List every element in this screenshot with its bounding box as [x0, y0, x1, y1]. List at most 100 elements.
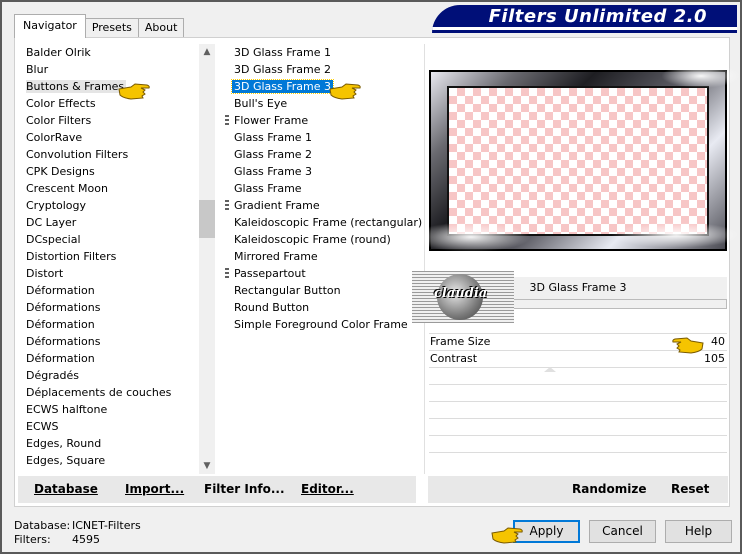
randomize-button[interactable]: Randomize	[572, 476, 646, 503]
slider-tick-icon	[544, 367, 556, 372]
category-label: Déformations	[26, 335, 101, 348]
import-button[interactable]: Import...	[125, 476, 184, 503]
category-item[interactable]: Déformation	[26, 282, 198, 299]
reset-button[interactable]: Reset	[671, 476, 709, 503]
category-item[interactable]: DC Layer	[26, 214, 198, 231]
category-item[interactable]: Déformations	[26, 333, 198, 350]
filter-item[interactable]: Glass Frame 2	[225, 146, 420, 163]
category-item[interactable]: Convolution Filters	[26, 146, 198, 163]
filter-label: Glass Frame 3	[234, 165, 313, 178]
category-item[interactable]: Cryptology	[26, 197, 198, 214]
database-value: ICNET-Filters	[72, 519, 141, 532]
category-item[interactable]: Distort	[26, 265, 198, 282]
cancel-button[interactable]: Cancel	[589, 520, 656, 543]
category-item[interactable]: Dégradés	[26, 367, 198, 384]
category-item[interactable]: Déformations	[26, 299, 198, 316]
editor-button[interactable]: Editor...	[301, 476, 354, 503]
category-item[interactable]: ECWS	[26, 418, 198, 435]
filter-item[interactable]: 3D Glass Frame 2	[225, 61, 420, 78]
filter-item[interactable]: Mirrored Frame	[225, 248, 420, 265]
filter-label: Rectangular Button	[234, 284, 341, 297]
filter-label: Kaleidoscopic Frame (rectangular)	[234, 216, 423, 229]
filter-item[interactable]: Round Button	[225, 299, 420, 316]
status-area: Database: ICNET-Filters Filters: 4595	[14, 519, 141, 547]
filter-label: Mirrored Frame	[234, 250, 318, 263]
filter-label: Bull's Eye	[234, 97, 288, 110]
filter-item[interactable]: Bull's Eye	[225, 95, 420, 112]
filter-info-button[interactable]: Filter Info...	[204, 476, 285, 503]
filter-label: 3D Glass Frame 3	[230, 79, 335, 94]
category-item[interactable]: Color Filters	[26, 112, 198, 129]
filter-item[interactable]: Kaleidoscopic Frame (rectangular)	[225, 214, 423, 231]
tab-navigator[interactable]: Navigator	[14, 14, 86, 38]
category-label: Edges, Square	[26, 454, 106, 467]
filter-item[interactable]: Flower Frame	[225, 112, 420, 129]
tab-presets[interactable]: Presets	[84, 18, 139, 38]
category-item[interactable]: Edges, Round	[26, 435, 198, 452]
category-label: Color Filters	[26, 114, 92, 127]
watermark-text: claudia	[434, 286, 488, 301]
scroll-down-icon[interactable]: ▼	[199, 458, 215, 474]
category-label: Déplacements de couches	[26, 386, 172, 399]
category-item[interactable]: ECWS halftone	[26, 401, 198, 418]
filter-item[interactable]: 3D Glass Frame 3	[225, 78, 420, 95]
category-label: Buttons & Frames	[26, 80, 127, 93]
app-title: Filters Unlimited 2.0	[488, 6, 707, 27]
help-button[interactable]: Help	[665, 520, 732, 543]
filter-label: Glass Frame 2	[234, 148, 313, 161]
filter-item[interactable]: Gradient Frame	[225, 197, 420, 214]
category-item[interactable]: ColorRave	[26, 129, 198, 146]
filter-item[interactable]: Glass Frame 3	[225, 163, 420, 180]
category-item[interactable]: CPK Designs	[26, 163, 198, 180]
scroll-up-icon[interactable]: ▲	[199, 44, 215, 60]
category-item[interactable]: Edges, Square	[26, 452, 198, 469]
tab-about[interactable]: About	[137, 18, 185, 38]
category-item[interactable]: Color Effects	[26, 95, 198, 112]
filter-item[interactable]: Passepartout	[225, 265, 420, 282]
category-label: Déformation	[26, 352, 95, 365]
category-label: Déformation	[26, 284, 95, 297]
filter-label: Simple Foreground Color Frame	[234, 318, 408, 331]
grip-marker-icon	[225, 268, 229, 279]
category-list[interactable]: Balder Olrik Blur Buttons & Frames Color Ef…	[26, 44, 198, 472]
category-item[interactable]: Buttons & Frames	[26, 78, 198, 95]
title-banner: Filters Unlimited 2.0	[432, 5, 737, 33]
category-label: DCspecial	[26, 233, 81, 246]
grip-marker-icon	[225, 115, 229, 126]
category-item[interactable]: Balder Olrik	[26, 44, 198, 61]
category-item[interactable]: Déformation	[26, 316, 198, 333]
category-item[interactable]: Distortion Filters	[26, 248, 198, 265]
filter-label: Round Button	[234, 301, 310, 314]
scrollbar-thumb[interactable]	[199, 200, 215, 238]
category-label: ECWS halftone	[26, 403, 108, 416]
filter-label: Kaleidoscopic Frame (round)	[234, 233, 391, 246]
filter-list[interactable]: 3D Glass Frame 1 3D Glass Frame 2 3D Glass…	[225, 44, 423, 344]
pointing-hand-icon	[329, 83, 361, 100]
category-label: Blur	[26, 63, 49, 76]
filter-label: Flower Frame	[234, 114, 309, 127]
filter-label: Glass Frame	[234, 182, 302, 195]
category-item[interactable]: Blur	[26, 61, 198, 78]
category-item[interactable]: DCspecial	[26, 231, 198, 248]
category-item[interactable]: Crescent Moon	[26, 180, 198, 197]
preview-checkerboard	[447, 86, 709, 236]
filter-item[interactable]: 3D Glass Frame 1	[225, 44, 420, 61]
category-scrollbar[interactable]: ▲ ▼	[199, 44, 215, 474]
category-label: DC Layer	[26, 216, 77, 229]
category-item[interactable]: Déformation	[26, 350, 198, 367]
category-label: Dégradés	[26, 369, 79, 382]
pointing-hand-icon	[118, 83, 150, 100]
category-item[interactable]: Déplacements de couches	[26, 384, 198, 401]
database-button[interactable]: Database	[34, 476, 98, 503]
database-label: Database:	[14, 519, 71, 532]
category-label: Déformations	[26, 301, 101, 314]
tab-bar: Navigator Presets About	[14, 14, 185, 38]
param-label: Contrast	[430, 352, 478, 365]
filter-item[interactable]: Simple Foreground Color Frame	[225, 316, 420, 333]
category-label: Convolution Filters	[26, 148, 129, 161]
filter-item[interactable]: Glass Frame 1	[225, 129, 420, 146]
filter-item[interactable]: Kaleidoscopic Frame (round)	[225, 231, 420, 248]
filter-item[interactable]: Glass Frame	[225, 180, 420, 197]
category-label: Cryptology	[26, 199, 87, 212]
filter-item[interactable]: Rectangular Button	[225, 282, 420, 299]
